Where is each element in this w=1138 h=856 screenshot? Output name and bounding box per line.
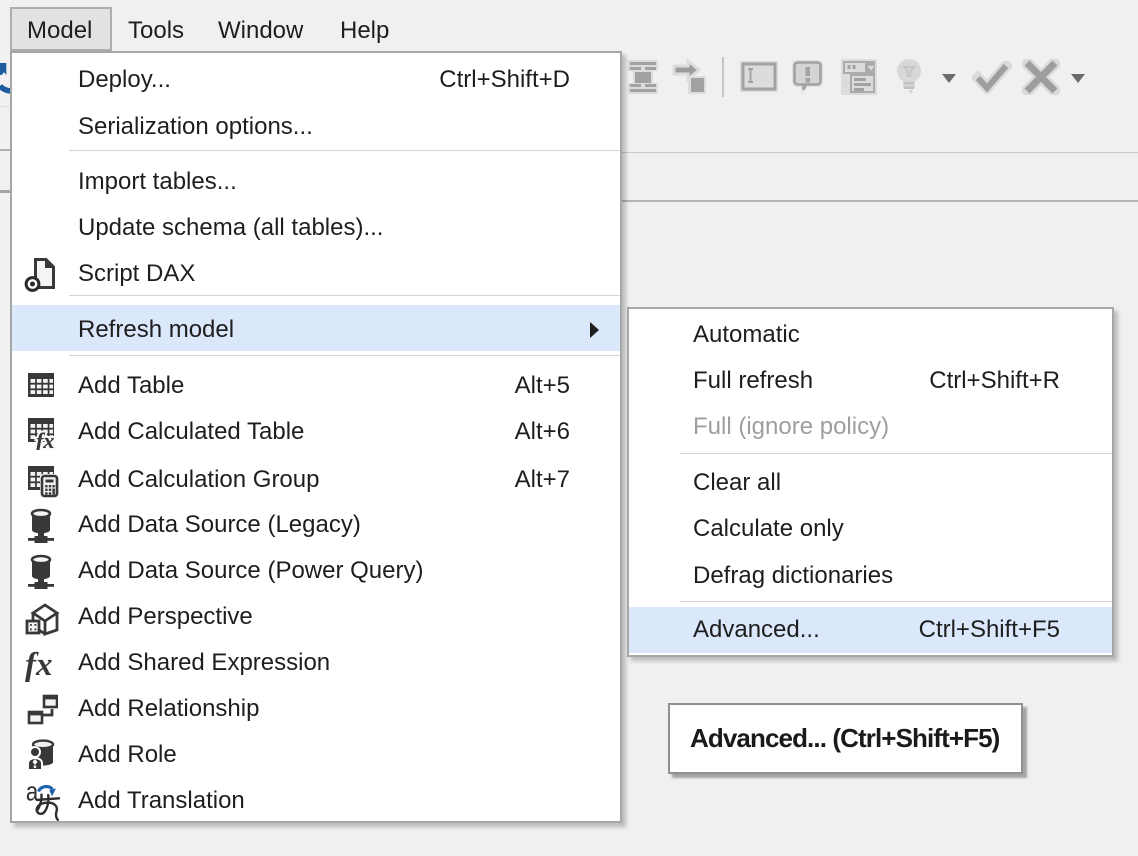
- svg-text:a: a: [26, 780, 39, 807]
- svg-text:fx: fx: [25, 647, 53, 682]
- svg-text:fx: fx: [36, 428, 54, 450]
